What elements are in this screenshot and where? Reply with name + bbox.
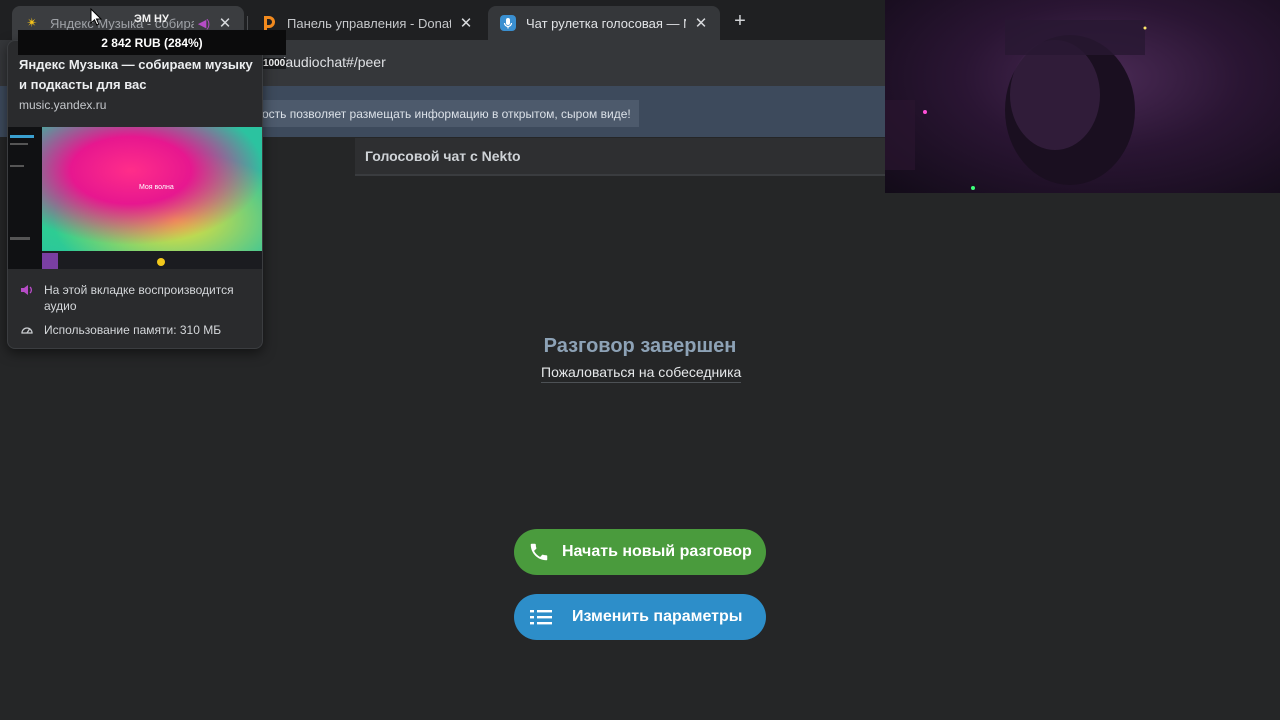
- audio-note-row: На этой вкладке воспроизводится аудио: [20, 282, 244, 314]
- phone-icon: [526, 539, 552, 565]
- start-new-chat-button[interactable]: Начать новый разговор: [514, 529, 766, 575]
- change-params-button[interactable]: Изменить параметры: [514, 594, 766, 640]
- preview-caption: Моя волна: [139, 184, 174, 191]
- donation-counter: 2 842 RUB (284%): [18, 30, 286, 55]
- hover-card-url: music.yandex.ru: [19, 98, 107, 112]
- close-tab-icon[interactable]: ✕: [692, 14, 710, 32]
- em-nu-label: ЭМ НУ: [134, 13, 169, 25]
- webcam-overlay: [885, 0, 1280, 193]
- change-params-label: Изменить параметры: [572, 608, 743, 625]
- close-tab-icon[interactable]: ✕: [457, 14, 475, 32]
- new-tab-icon[interactable]: +: [728, 9, 752, 33]
- preview-thumbnail: Моя волна: [8, 127, 262, 269]
- tab-title: Панель управления - DonationAlerts: [287, 15, 451, 31]
- memory-row: Использование памяти: 310 МБ: [20, 322, 221, 338]
- memory-usage: Использование памяти: 310 МБ: [44, 323, 222, 337]
- audio-note: На этой вкладке воспроизводится аудио: [44, 283, 234, 313]
- report-user-link[interactable]: Пожаловаться на собеседника: [541, 364, 742, 383]
- tab-title: Чат рулетка голосовая — Nekto: [526, 15, 686, 31]
- hover-card-title: Яндекс Музыка — собираем музыку и подкас…: [19, 57, 253, 92]
- speaker-icon: [20, 283, 34, 297]
- warning-text: ость позволяет размещать информацию в от…: [254, 100, 639, 127]
- start-new-chat-label: Начать новый разговор: [562, 543, 752, 560]
- hover-card-preview: Моя волна: [8, 127, 262, 269]
- donationalerts-icon: [261, 15, 277, 31]
- tab-title: Яндекс Музыка - собираем музыку: [50, 15, 194, 31]
- speaker-icon[interactable]: ◀): [198, 17, 210, 30]
- microphone-icon: [500, 15, 516, 31]
- webcam-feed: [885, 20, 1147, 190]
- list-icon: [528, 604, 554, 630]
- port-label: 1000: [262, 58, 287, 69]
- tab-hover-card: Яндекс Музыка — собираем музыку и подкас…: [7, 40, 263, 349]
- site-header: Голосовой чат с Nekto: [355, 138, 885, 176]
- tab-nekto-chat[interactable]: Чат рулетка голосовая — Nekto ✕: [488, 6, 720, 40]
- yandex-music-icon: ✴: [26, 15, 38, 30]
- mouse-cursor-icon: [90, 8, 102, 26]
- gauge-icon: [20, 323, 34, 337]
